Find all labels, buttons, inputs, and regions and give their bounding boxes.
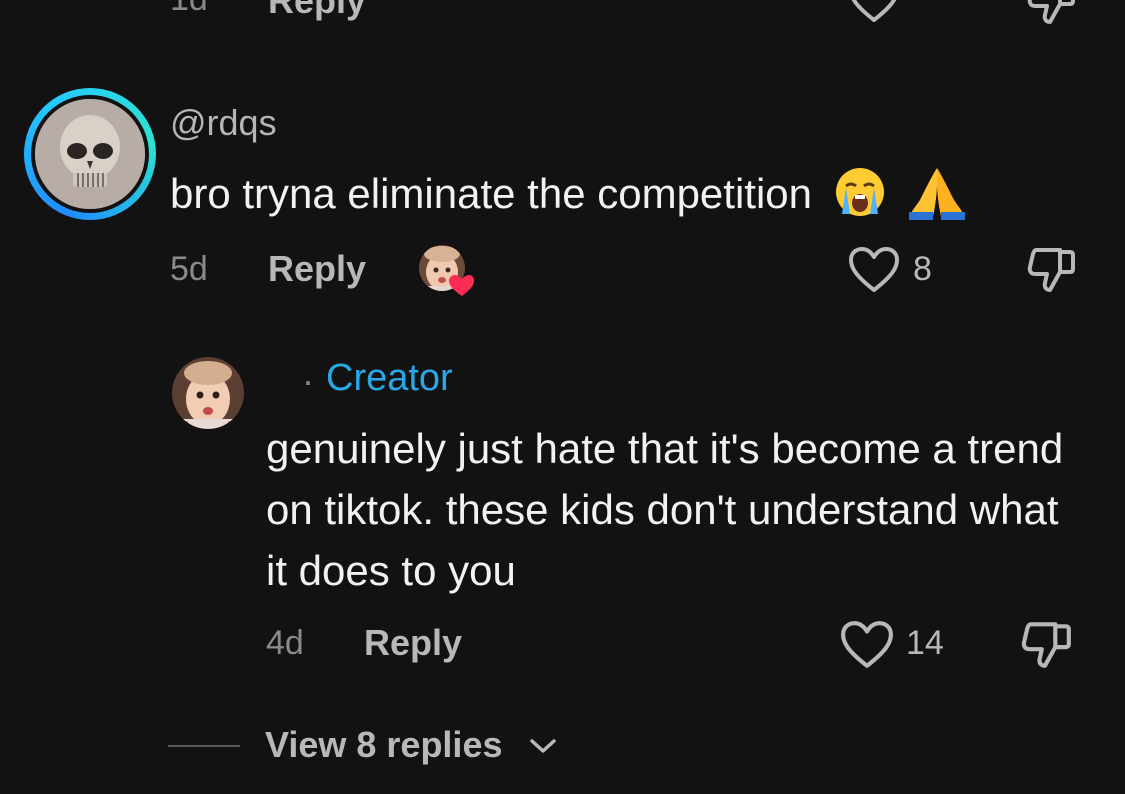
- view-replies-divider: [168, 745, 240, 747]
- comment-like-icon[interactable]: [848, 246, 900, 299]
- reply-text: genuinely just hate that it's become a t…: [266, 425, 1064, 594]
- reply-like-icon[interactable]: [840, 620, 894, 675]
- commenter-avatar[interactable]: [24, 88, 156, 220]
- comment-text: bro tryna eliminate the competition: [170, 164, 967, 230]
- folded-hands-icon: [907, 164, 967, 230]
- reply-time: 4d: [266, 624, 304, 662]
- comment-time: 5d: [170, 250, 208, 288]
- skull-avatar-image: [35, 99, 145, 209]
- previous-comment-dislike-icon[interactable]: [1026, 0, 1078, 31]
- chevron-down-icon[interactable]: [528, 736, 558, 761]
- crying-face-icon: [834, 166, 886, 228]
- previous-comment-reply-button[interactable]: Reply: [268, 0, 366, 22]
- view-replies-button[interactable]: View 8 replies: [265, 724, 502, 766]
- reply-like-count: 14: [906, 624, 944, 662]
- creator-avatar[interactable]: [172, 357, 244, 429]
- comment-reply-button[interactable]: Reply: [268, 248, 366, 290]
- creator-liked-badge: [418, 244, 474, 296]
- previous-comment-time: 1d: [170, 0, 208, 19]
- previous-comment-like-icon[interactable]: [848, 0, 900, 29]
- comment-username[interactable]: @rdqs: [170, 102, 277, 144]
- creator-separator-dot: ·: [302, 360, 314, 401]
- comment-like-count: 8: [913, 250, 932, 288]
- reply-dislike-icon[interactable]: [1020, 618, 1074, 675]
- creator-badge: Creator: [326, 357, 453, 399]
- comment-dislike-icon[interactable]: [1026, 244, 1078, 299]
- comment-body: bro tryna eliminate the competition: [170, 170, 812, 218]
- reply-reply-button[interactable]: Reply: [364, 622, 462, 664]
